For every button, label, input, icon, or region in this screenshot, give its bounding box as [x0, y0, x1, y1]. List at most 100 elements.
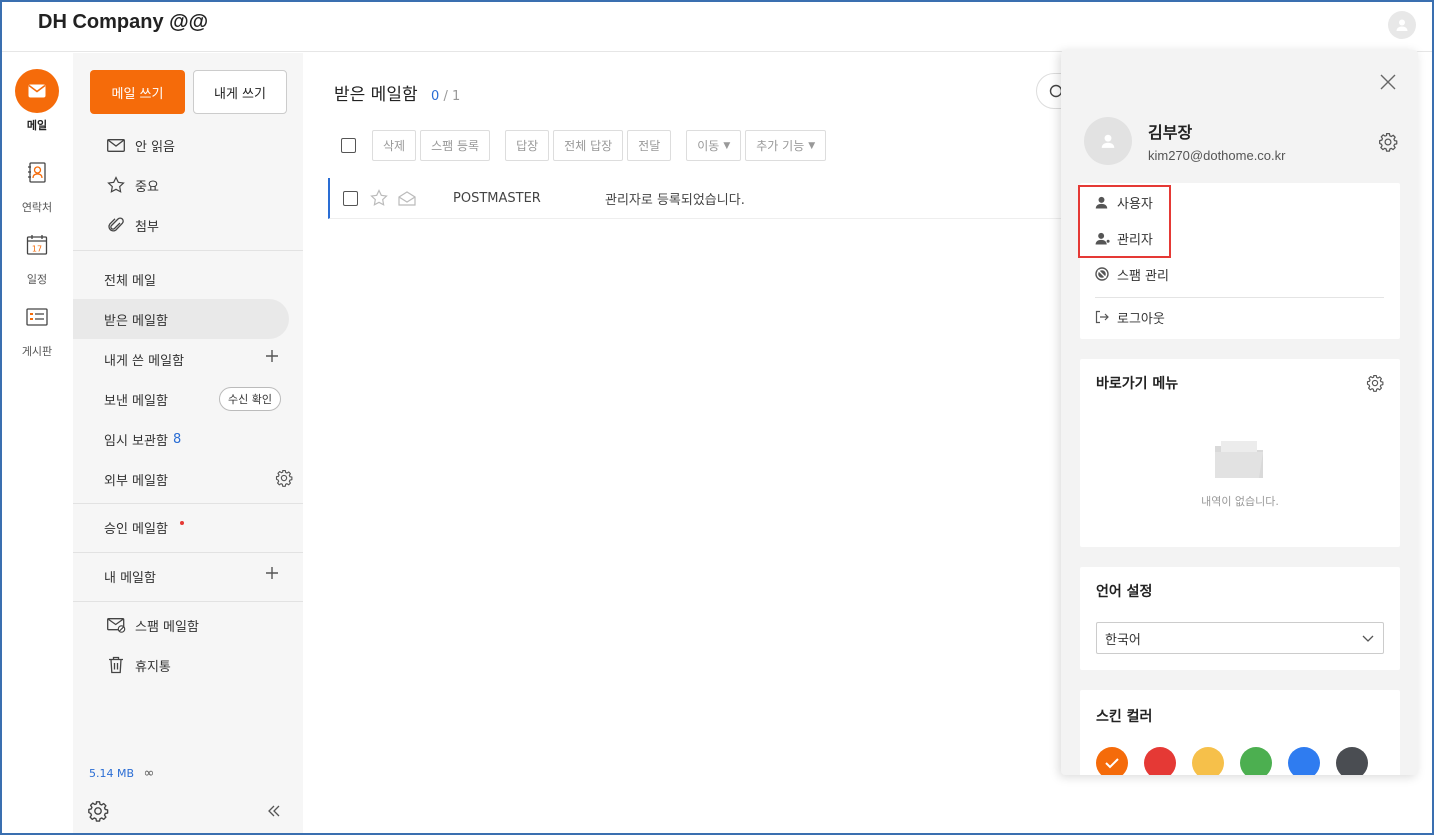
sidebar-item-my-folders[interactable]: 내 메일함 [73, 556, 289, 596]
move-dropdown[interactable]: 이동 ▼ [686, 130, 742, 161]
sidebar-item-external[interactable]: 외부 메일함 [73, 459, 293, 499]
rail-item-contacts[interactable]: 연락처 [2, 151, 72, 215]
new-indicator-dot [180, 521, 184, 525]
rail-item-calendar[interactable]: 17 일정 [2, 223, 72, 287]
user-icon [1095, 196, 1108, 209]
star-icon [370, 189, 388, 206]
shortcut-settings-button[interactable] [1366, 374, 1384, 396]
message-checkbox[interactable] [343, 190, 358, 206]
sidebar-item-drafts[interactable]: 임시 보관함 8 [73, 419, 289, 459]
menu-item-logout[interactable]: 로그아웃 [1095, 305, 1165, 329]
sidebar-item-starred[interactable]: 중요 [73, 165, 289, 205]
sidebar-item-all-mail[interactable]: 전체 메일 [73, 259, 289, 299]
gear-icon [1379, 133, 1398, 152]
add-folder-button[interactable] [265, 349, 279, 367]
sidebar-item-label: 전체 메일 [104, 273, 156, 289]
storage-usage: 5.14 MB ∞ [89, 766, 154, 781]
menu-item-admin[interactable]: 관리자 [1095, 226, 1153, 250]
write-to-self-button[interactable]: 내게 쓰기 [193, 70, 287, 114]
user-icon [1101, 134, 1115, 148]
sidebar-item-label: 내 메일함 [104, 570, 156, 586]
sidebar-item-label: 스팸 메일함 [135, 619, 199, 635]
shortcut-empty-text: 내역이 없습니다. [1201, 495, 1279, 508]
read-status-icon [398, 190, 416, 206]
plus-icon [266, 567, 278, 579]
message-subject: 관리자로 등록되었습니다. [605, 192, 745, 208]
sidebar-item-approval[interactable]: 승인 메일함 [73, 507, 289, 547]
reply-all-button[interactable]: 전체 답장 [553, 130, 624, 161]
top-bar: DH Company @@ [0, 0, 1434, 52]
skin-swatch-orange[interactable] [1096, 747, 1128, 775]
collapse-sidebar-button[interactable] [267, 804, 281, 822]
message-sender: POSTMASTER [453, 190, 541, 206]
paperclip-icon [108, 217, 124, 232]
page-title: 받은 메일함 0 / 1 [334, 80, 460, 105]
sidebar-item-unread[interactable]: 안 읽음 [73, 125, 289, 165]
language-card: 언어 설정 한국어 [1080, 567, 1400, 670]
profile-panel: 김부장 kim270@dothome.co.kr 사용자 관리자 스팸 관리 로… [1061, 50, 1418, 775]
sidebar-item-self-mail[interactable]: 내게 쓴 메일함 [73, 339, 289, 379]
report-spam-button[interactable]: 스팸 등록 [420, 130, 491, 161]
more-actions-dropdown[interactable]: 추가 기능 ▼ [745, 130, 827, 161]
skin-swatch-yellow[interactable] [1192, 747, 1224, 775]
divider [73, 250, 303, 251]
language-selected: 한국어 [1105, 632, 1141, 648]
rail-item-mail[interactable]: 메일 [2, 69, 72, 133]
rail-item-board[interactable]: 게시판 [2, 295, 72, 359]
sidebar-item-trash[interactable]: 휴지통 [73, 645, 289, 685]
message-star-button[interactable] [370, 189, 388, 207]
sidebar-item-inbox[interactable]: 받은 메일함 [73, 299, 289, 339]
add-my-folder-button[interactable] [265, 566, 279, 584]
sidebar-item-sent[interactable]: 보낸 메일함 수신 확인 [73, 379, 289, 419]
caret-down-icon: ▼ [808, 140, 816, 151]
sidebar-item-label: 휴지통 [135, 659, 171, 675]
skin-swatch-gray[interactable] [1336, 747, 1368, 775]
brand-title: DH Company @@ [38, 11, 209, 33]
language-select[interactable]: 한국어 [1096, 622, 1384, 654]
menu-item-user[interactable]: 사용자 [1095, 190, 1153, 214]
skin-swatch-blue[interactable] [1288, 747, 1320, 775]
envelope-icon [107, 138, 125, 152]
sidebar-item-attachments[interactable]: 첨부 [73, 205, 289, 245]
profile-settings-button[interactable] [1378, 132, 1398, 156]
forward-button[interactable]: 전달 [627, 130, 672, 161]
gear-icon [1366, 374, 1384, 392]
skin-swatch-green[interactable] [1240, 747, 1272, 775]
contacts-icon [28, 162, 46, 183]
menu-item-label: 사용자 [1117, 196, 1153, 212]
spam-mail-icon [106, 617, 125, 633]
move-label: 이동 [697, 139, 720, 153]
sidebar-item-label: 받은 메일함 [104, 313, 168, 329]
more-label: 추가 기능 [756, 139, 805, 153]
sidebar-item-spam[interactable]: 스팸 메일함 [73, 605, 289, 645]
read-receipt-button[interactable]: 수신 확인 [219, 387, 281, 411]
user-name: 김부장 [1148, 123, 1193, 142]
sidebar-item-label: 중요 [135, 179, 159, 195]
calendar-icon: 17 [26, 235, 48, 255]
folder-title: 받은 메일함 [334, 85, 418, 105]
unread-count: 0 [431, 89, 440, 104]
menu-item-spam-management[interactable]: 스팸 관리 [1095, 262, 1169, 286]
app-rail: 메일 연락처 17 일정 게시판 [2, 53, 72, 833]
settings-button[interactable] [87, 800, 109, 826]
compose-button[interactable]: 메일 쓰기 [90, 70, 185, 114]
close-panel-button[interactable] [1378, 72, 1398, 92]
external-settings-button[interactable] [275, 469, 293, 491]
user-avatar-button[interactable] [1388, 11, 1416, 39]
account-menu-card: 사용자 관리자 스팸 관리 로그아웃 [1078, 183, 1400, 339]
skin-swatch-red[interactable] [1144, 747, 1176, 775]
caret-down-icon: ▼ [723, 140, 731, 151]
divider [1095, 297, 1384, 298]
calendar-day: 17 [32, 245, 42, 254]
select-all-checkbox[interactable] [341, 138, 356, 153]
message-row[interactable]: POSTMASTER 관리자로 등록되었습니다. [328, 178, 1088, 219]
divider [73, 552, 303, 553]
admin-icon [1095, 232, 1110, 245]
sidebar-item-label: 임시 보관함 [104, 433, 168, 449]
delete-button[interactable]: 삭제 [372, 130, 417, 161]
sidebar-item-label: 외부 메일함 [104, 473, 168, 489]
reply-button[interactable]: 답장 [505, 130, 550, 161]
check-icon [1105, 758, 1119, 769]
divider [73, 601, 303, 602]
sidebar-item-label: 보낸 메일함 [104, 393, 168, 409]
